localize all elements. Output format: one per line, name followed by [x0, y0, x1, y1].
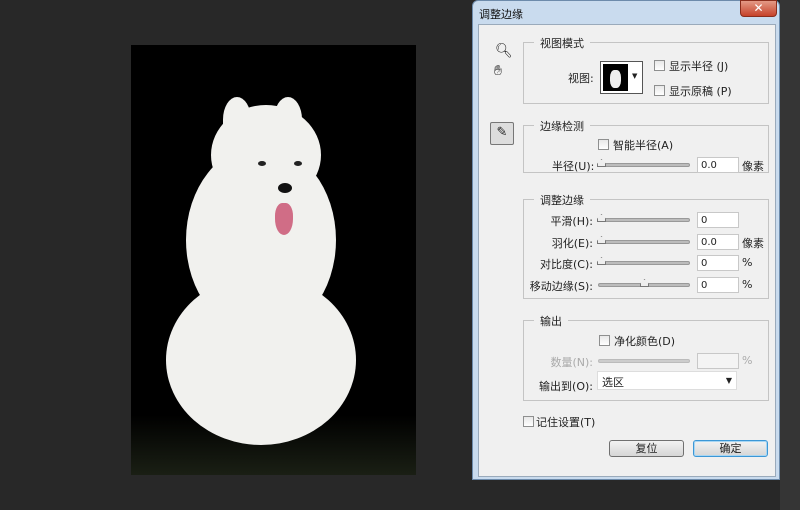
contrast-input[interactable]: 0 [697, 255, 739, 271]
shift-edge-label: 移动边缘(S): [529, 280, 593, 293]
group-label: 视图模式 [534, 35, 590, 51]
canvas-image[interactable] [131, 45, 416, 475]
dialog-title: 调整边缘 [479, 8, 523, 21]
amount-unit: % [742, 354, 753, 367]
group-label: 调整边缘 [534, 192, 590, 208]
dog-nose [278, 183, 292, 193]
remember-settings-checkbox[interactable] [523, 416, 534, 427]
hand-icon[interactable]: ✋︎ [494, 63, 502, 79]
refine-radius-brush-icon[interactable]: ✎ [490, 122, 514, 145]
slider-thumb[interactable] [597, 214, 606, 222]
radius-input[interactable]: 0.0 [697, 157, 739, 173]
output-to-select[interactable]: 选区 ▼ [597, 371, 737, 390]
dialog-body: 🔍︎ ✋︎ ✎ 视图模式 视图: ▼ 显示半径 (J) 显示原稿 (P) 边缘检… [478, 24, 776, 477]
show-radius-label: 显示半径 (J) [669, 60, 729, 73]
shift-edge-input[interactable]: 0 [697, 277, 739, 293]
adjust-edge-group: 调整边缘 平滑(H): 0 羽化(E): 0.0 像素 对比度(C): 0 % … [523, 192, 769, 299]
output-group: 输出 净化颜色(D) 数量(N): % 输出到(O): 选区 ▼ [523, 313, 769, 401]
decontaminate-label: 净化颜色(D) [614, 335, 676, 348]
view-label: 视图: [568, 72, 594, 85]
amount-label: 数量(N): [550, 356, 593, 369]
dog-ear-right [274, 97, 302, 142]
decontaminate-checkbox[interactable] [599, 335, 610, 346]
smooth-input[interactable]: 0 [697, 212, 739, 228]
feather-slider[interactable] [597, 236, 690, 244]
slider-thumb[interactable] [640, 279, 649, 287]
edge-detection-group: 边缘检测 智能半径(A) 半径(U): 0.0 像素 [523, 118, 769, 173]
reset-button[interactable]: 复位 [609, 440, 684, 457]
radius-unit: 像素 [742, 160, 764, 173]
close-button[interactable]: ✕ [740, 0, 777, 17]
slider-thumb[interactable] [597, 257, 606, 265]
contrast-label: 对比度(C): [540, 258, 593, 271]
slider-thumb[interactable] [597, 159, 606, 167]
dog-eye [294, 161, 302, 166]
title-bar[interactable]: 调整边缘 ✕ [473, 0, 779, 24]
radius-slider[interactable] [597, 159, 690, 167]
chevron-down-icon: ▼ [725, 376, 732, 385]
output-to-value: 选区 [602, 376, 624, 389]
radius-label: 半径(U): [552, 160, 595, 173]
right-panel-edge [780, 0, 800, 510]
shift-edge-slider[interactable] [598, 279, 690, 287]
group-label: 边缘检测 [534, 118, 590, 134]
ok-button[interactable]: 确定 [693, 440, 768, 457]
feather-unit: 像素 [742, 237, 764, 250]
smart-radius-checkbox[interactable] [598, 139, 609, 150]
smooth-slider[interactable] [597, 214, 690, 222]
smooth-label: 平滑(H): [550, 215, 593, 228]
amount-input [697, 353, 739, 369]
show-radius-checkbox[interactable] [654, 60, 665, 71]
view-thumbnail [603, 64, 628, 91]
remember-settings-label: 记住设置(T) [536, 416, 596, 429]
contrast-slider[interactable] [597, 257, 690, 265]
feather-input[interactable]: 0.0 [697, 234, 739, 250]
slider-thumb[interactable] [597, 236, 606, 244]
contrast-unit: % [742, 256, 753, 269]
dog-eye [258, 161, 266, 166]
refine-edge-dialog: 调整边缘 ✕ 🔍︎ ✋︎ ✎ 视图模式 视图: ▼ 显示半径 (J) 显示原稿 … [472, 0, 780, 480]
dog-tongue [275, 203, 293, 235]
view-dropdown[interactable]: ▼ [600, 61, 643, 94]
smart-radius-label: 智能半径(A) [613, 139, 674, 152]
feather-label: 羽化(E): [551, 237, 593, 250]
output-to-label: 输出到(O): [539, 380, 593, 393]
zoom-icon[interactable]: 🔍︎ [495, 43, 513, 59]
show-original-checkbox[interactable] [654, 85, 665, 96]
chevron-down-icon: ▼ [632, 72, 638, 80]
dog-ear-left [223, 97, 251, 142]
group-label: 输出 [534, 313, 568, 329]
show-original-label: 显示原稿 (P) [669, 85, 732, 98]
view-mode-group: 视图模式 视图: ▼ 显示半径 (J) 显示原稿 (P) [523, 35, 769, 104]
shift-edge-unit: % [742, 278, 753, 291]
amount-slider [598, 359, 690, 363]
